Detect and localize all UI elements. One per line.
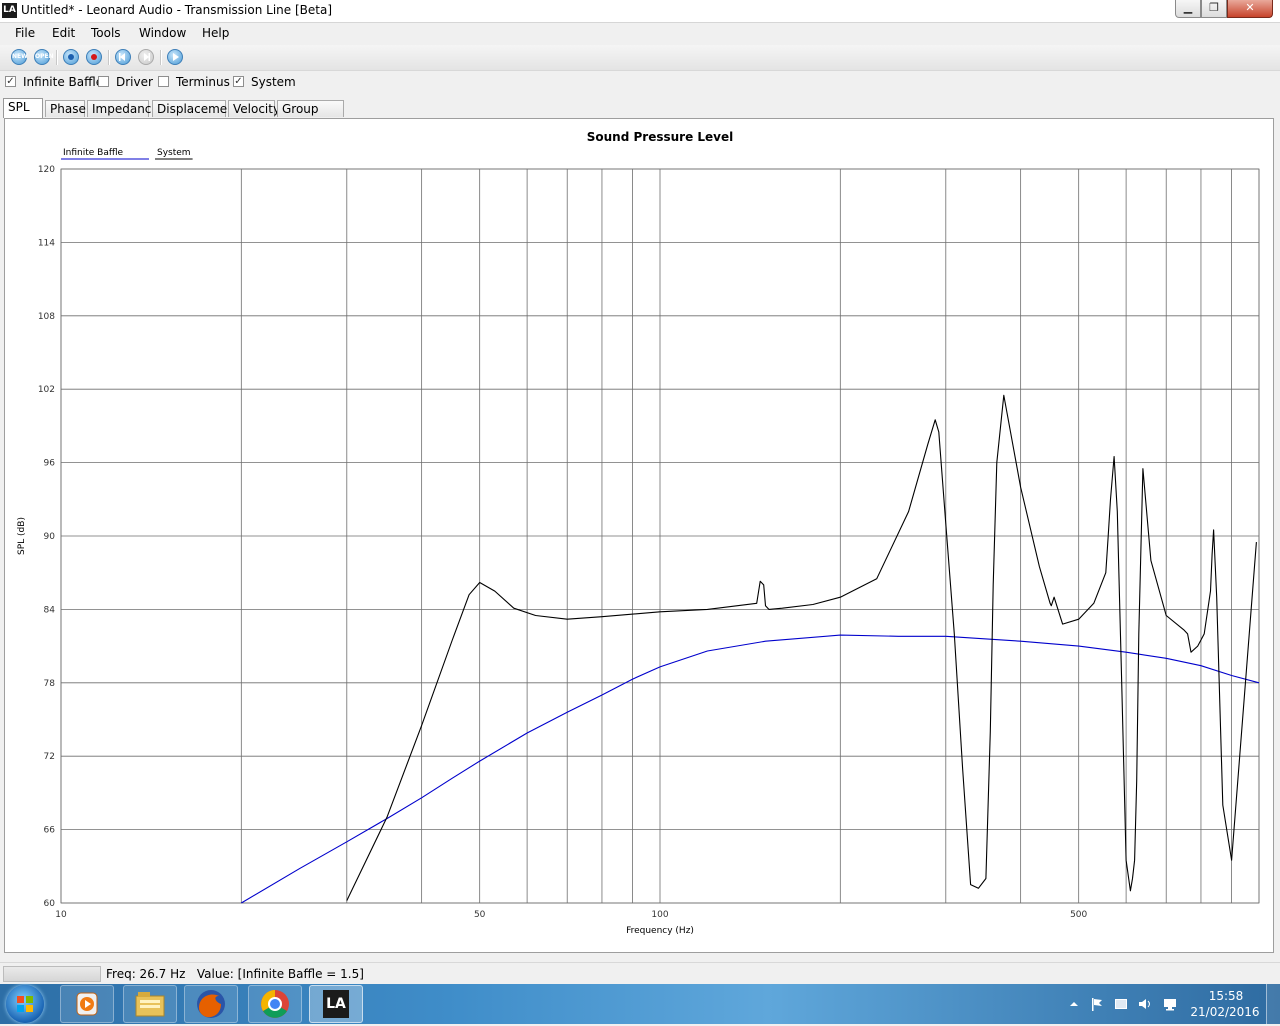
start-button[interactable] xyxy=(6,985,44,1023)
record-icon xyxy=(91,54,97,60)
tab-impedance[interactable]: Impedance xyxy=(87,100,159,117)
status-bar: Freq: 26.7 Hz Value: [Infinite Baffle = … xyxy=(0,962,1280,985)
menu-window[interactable]: Window xyxy=(139,26,186,40)
firefox-icon xyxy=(197,990,225,1018)
y-tick-label: 108 xyxy=(38,312,55,322)
display-icon[interactable] xyxy=(1163,997,1177,1011)
menu-file[interactable]: File xyxy=(15,26,35,40)
checkbox-infinite-baffle[interactable]: ✓ xyxy=(5,76,16,87)
checkbox-driver[interactable] xyxy=(98,76,109,87)
toolbar-separator xyxy=(160,50,162,65)
minimize-button[interactable]: ▁ xyxy=(1175,0,1201,18)
play-icon xyxy=(173,53,179,61)
checkbox-system[interactable]: ✓ xyxy=(233,76,244,87)
new-icon: NEW xyxy=(12,53,28,60)
y-tick-label: 90 xyxy=(44,532,56,542)
x-tick-label: 50 xyxy=(474,910,486,920)
checkbox-label-infinite-baffle: Infinite Baffle xyxy=(23,75,104,89)
stop-icon xyxy=(68,54,74,60)
tab-velocity[interactable]: Velocity xyxy=(228,100,280,117)
network-icon[interactable] xyxy=(1114,997,1128,1011)
chrome-icon xyxy=(261,990,289,1018)
new-button[interactable]: NEW xyxy=(11,49,28,65)
folder-icon xyxy=(135,992,165,1017)
tab-bar: SPL Phase Impedance Displacement Velocit… xyxy=(0,98,1280,132)
legend-entry: System xyxy=(157,148,191,158)
spl-chart-panel: Sound Pressure Level Infinite Baffle Syste… xyxy=(4,118,1274,953)
series-line-system xyxy=(346,394,1257,901)
y-tick-label: 78 xyxy=(44,679,56,689)
chart-title: Sound Pressure Level xyxy=(587,130,734,144)
action-center-flag-icon[interactable] xyxy=(1090,997,1104,1011)
taskbar-firefox[interactable] xyxy=(184,985,238,1023)
open-icon: OPEN xyxy=(35,53,54,60)
record-red-button[interactable] xyxy=(86,49,102,65)
y-tick-label: 66 xyxy=(44,826,56,836)
menu-help[interactable]: Help xyxy=(202,26,229,40)
title-bar: LA Untitled* - Leonard Audio - Transmiss… xyxy=(0,0,1280,23)
open-button[interactable]: OPEN xyxy=(34,49,54,65)
menu-bar: File Edit Tools Window Help xyxy=(0,23,1280,44)
checkbox-label-driver: Driver xyxy=(116,75,153,89)
x-tick-label: 10 xyxy=(55,910,67,920)
back-icon xyxy=(119,53,125,61)
maximize-button[interactable]: ❐ xyxy=(1201,0,1227,18)
leonard-audio-icon: LA xyxy=(323,990,349,1018)
x-tick-label: 100 xyxy=(651,910,668,920)
taskbar-chrome[interactable] xyxy=(248,985,302,1023)
y-tick-label: 114 xyxy=(38,238,55,248)
volume-icon[interactable] xyxy=(1138,997,1152,1011)
y-tick-label: 60 xyxy=(44,899,56,909)
progress-bar xyxy=(3,966,101,982)
windows-logo-icon xyxy=(17,996,33,1012)
clock-date[interactable]: 21/02/2016 xyxy=(1190,1005,1260,1019)
y-tick-label: 72 xyxy=(44,752,55,762)
y-axis-label: SPL (dB) xyxy=(17,517,27,555)
forward-icon xyxy=(144,53,150,61)
legend-entry: Infinite Baffle xyxy=(63,148,124,158)
series-toggle-row: ✓ Infinite Baffle Driver Terminus ✓ Syst… xyxy=(0,71,1280,95)
media-player-icon xyxy=(76,992,98,1016)
tab-spl[interactable]: SPL xyxy=(3,98,43,118)
toolbar-separator xyxy=(108,50,110,65)
taskbar-leonard-audio[interactable]: LA xyxy=(309,985,363,1023)
taskbar: LA 15:58 21/02/2016 xyxy=(0,984,1280,1024)
menu-tools[interactable]: Tools xyxy=(91,26,121,40)
toolbar-separator xyxy=(56,50,58,65)
checkbox-label-terminus: Terminus xyxy=(176,75,230,89)
taskbar-file-explorer[interactable] xyxy=(123,985,177,1023)
y-tick-label: 96 xyxy=(44,459,56,469)
close-button[interactable]: ✕ xyxy=(1227,0,1273,18)
tab-group-delay[interactable]: Group Delay xyxy=(277,100,344,132)
forward-button[interactable] xyxy=(138,49,154,65)
menu-edit[interactable]: Edit xyxy=(52,26,75,40)
show-desktop-button[interactable] xyxy=(1266,984,1280,1024)
toolbar: NEW OPEN xyxy=(0,45,1280,71)
checkbox-terminus[interactable] xyxy=(158,76,169,87)
checkbox-label-system: System xyxy=(251,75,296,89)
record-blue-button[interactable] xyxy=(63,49,79,65)
restore-icon: ❐ xyxy=(1209,1,1219,14)
app-logo-icon: LA xyxy=(2,3,17,18)
y-tick-label: 102 xyxy=(38,385,55,395)
taskbar-media-player[interactable] xyxy=(60,985,114,1023)
minimize-icon: ▁ xyxy=(1183,1,1193,14)
status-readout: Freq: 26.7 Hz Value: [Infinite Baffle = … xyxy=(106,967,364,981)
y-tick-label: 84 xyxy=(44,605,56,615)
clock-time[interactable]: 15:58 xyxy=(1196,989,1256,1003)
tab-displacement[interactable]: Displacement xyxy=(152,100,240,117)
close-icon: ✕ xyxy=(1245,1,1255,14)
series-line-infinite-baffle xyxy=(241,634,1260,904)
play-button[interactable] xyxy=(167,49,183,65)
x-tick-label: 500 xyxy=(1070,910,1087,920)
tray-expand-icon[interactable] xyxy=(1067,997,1081,1011)
window-title: Untitled* - Leonard Audio - Transmission… xyxy=(21,3,332,17)
spl-chart[interactable]: Sound Pressure Level Infinite Baffle Syste… xyxy=(5,119,1273,952)
y-tick-label: 120 xyxy=(38,165,55,175)
back-button[interactable] xyxy=(115,49,131,65)
x-axis-label: Frequency (Hz) xyxy=(626,926,694,936)
tab-phase[interactable]: Phase xyxy=(45,100,86,117)
